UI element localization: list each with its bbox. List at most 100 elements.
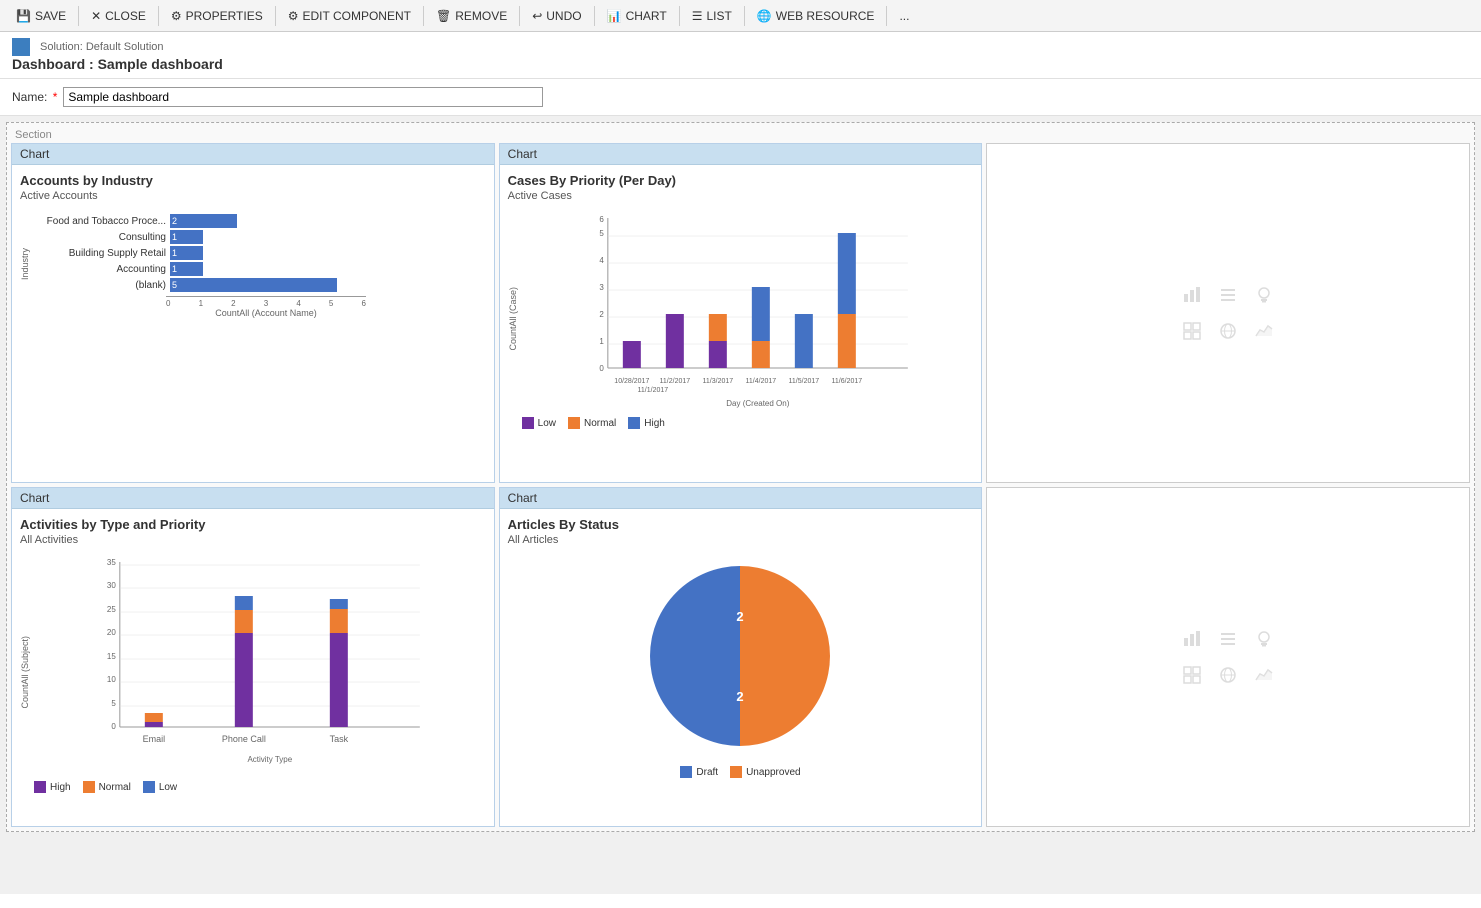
icon-row — [1182, 665, 1274, 685]
chart2-svg: 0 1 2 3 4 5 6 — [522, 208, 974, 408]
list-icon[interactable] — [1218, 285, 1238, 305]
hbar-label: Food and Tobacco Proce... — [36, 216, 166, 227]
light-bulb-icon[interactable] — [1254, 629, 1274, 649]
chart2-legend: Low Normal High — [522, 417, 974, 429]
web-resource-button[interactable]: 🌐 WEB RESOURCE — [749, 6, 883, 26]
chart1-subtitle: Active Accounts — [20, 190, 486, 202]
svg-text:20: 20 — [107, 628, 116, 637]
panel-icons — [1182, 285, 1274, 341]
chart-button[interactable]: 📊 CHART — [599, 6, 675, 26]
svg-text:11/1/2017: 11/1/2017 — [637, 387, 668, 394]
legend-color — [568, 417, 580, 429]
pie-chart-svg: 2 2 — [640, 556, 840, 756]
chart2-subtitle: Active Cases — [508, 190, 974, 202]
toolbar: 💾 SAVE ✕ CLOSE ⚙ PROPERTIES ⚙ EDIT COMPO… — [0, 0, 1481, 32]
legend-item: Normal — [83, 781, 131, 793]
icon-row — [1182, 629, 1274, 649]
hbar-row: Consulting 1 — [36, 230, 486, 244]
svg-text:5: 5 — [599, 229, 604, 238]
edit-component-button[interactable]: ⚙ EDIT COMPONENT — [280, 6, 419, 26]
area-chart-icon[interactable] — [1254, 665, 1274, 685]
chart2-header: Chart — [500, 144, 982, 165]
close-icon: ✕ — [91, 9, 101, 23]
hbar-bar: 1 — [170, 246, 203, 260]
hbar-row: (blank) 5 — [36, 278, 486, 292]
legend-color — [730, 766, 742, 778]
hbar-label: Building Supply Retail — [36, 248, 166, 259]
section-container: Section Chart Accounts by Industry Activ… — [6, 122, 1475, 832]
svg-text:11/6/2017: 11/6/2017 — [831, 378, 862, 385]
globe-icon[interactable] — [1218, 321, 1238, 341]
svg-text:35: 35 — [107, 558, 116, 567]
legend-color — [34, 781, 46, 793]
undo-button[interactable]: ↩ UNDO — [524, 6, 589, 26]
svg-text:2: 2 — [737, 689, 744, 704]
chart-panel-4: Chart Articles By Status All Articles 2 … — [499, 487, 983, 827]
name-row: Name: * — [0, 79, 1481, 116]
bar-chart-icon[interactable] — [1182, 285, 1202, 305]
chart4-subtitle: All Articles — [508, 534, 974, 546]
svg-text:Phone Call: Phone Call — [222, 734, 266, 744]
svg-text:1: 1 — [599, 337, 604, 346]
globe-icon: 🌐 — [757, 9, 772, 23]
legend-color — [628, 417, 640, 429]
edit-gear-icon: ⚙ — [288, 9, 299, 23]
chart-icon: 📊 — [607, 9, 622, 23]
chart3-body: Activities by Type and Priority All Acti… — [12, 509, 494, 826]
hbar-bar: 2 — [170, 214, 237, 228]
chart3-legend: High Normal Low — [34, 781, 486, 793]
legend-item: Low — [143, 781, 177, 793]
hbar-label: (blank) — [36, 280, 166, 291]
chart2-y-label: CountAll (Case) — [508, 287, 518, 351]
legend-item: Normal — [568, 417, 616, 429]
svg-text:30: 30 — [107, 581, 116, 590]
grid-icon[interactable] — [1182, 321, 1202, 341]
solution-label: Solution: Default Solution — [12, 38, 1469, 56]
legend-item: High — [628, 417, 665, 429]
hbar-bar: 1 — [170, 230, 203, 244]
empty-panel-bottom-right — [986, 487, 1470, 827]
chart4-title: Articles By Status — [508, 517, 974, 532]
chart3-svg: 0 5 10 15 20 25 30 35 — [34, 552, 486, 772]
light-bulb-icon[interactable] — [1254, 285, 1274, 305]
svg-text:4: 4 — [599, 256, 604, 265]
solution-icon — [12, 38, 30, 56]
bar-chart-icon[interactable] — [1182, 629, 1202, 649]
svg-text:11/2/2017: 11/2/2017 — [659, 378, 690, 385]
svg-text:3: 3 — [599, 283, 604, 292]
remove-button[interactable]: 🗑 REMOVE — [428, 6, 515, 26]
chart1-bars: Food and Tobacco Proce... 2 Consulting 1 — [36, 214, 486, 292]
area-chart-icon[interactable] — [1254, 321, 1274, 341]
hbar-bar: 5 — [170, 278, 337, 292]
trash-icon: 🗑 — [436, 9, 451, 23]
svg-text:Email: Email — [143, 734, 166, 744]
hbar-row: Accounting 1 — [36, 262, 486, 276]
svg-text:11/5/2017: 11/5/2017 — [788, 378, 819, 385]
dashboard-area: Section Chart Accounts by Industry Activ… — [0, 116, 1481, 894]
list-button[interactable]: ☰ LIST — [684, 6, 740, 26]
chart3-header: Chart — [12, 488, 494, 509]
svg-text:6: 6 — [599, 215, 604, 224]
name-label: Name: * — [12, 90, 57, 104]
legend-color — [83, 781, 95, 793]
toolbar-separator — [78, 6, 79, 26]
chart-panel-1: Chart Accounts by Industry Active Accoun… — [11, 143, 495, 483]
save-icon: 💾 — [16, 9, 31, 23]
legend-color — [680, 766, 692, 778]
legend-item: High — [34, 781, 71, 793]
list-icon[interactable] — [1218, 629, 1238, 649]
name-input[interactable] — [63, 87, 543, 107]
legend-color — [522, 417, 534, 429]
svg-text:11/4/2017: 11/4/2017 — [745, 378, 776, 385]
more-button[interactable]: ... — [891, 6, 917, 26]
close-button[interactable]: ✕ CLOSE — [83, 6, 154, 26]
toolbar-separator — [519, 6, 520, 26]
panel-icons-2 — [1182, 629, 1274, 685]
grid-icon[interactable] — [1182, 665, 1202, 685]
globe-icon[interactable] — [1218, 665, 1238, 685]
save-button[interactable]: 💾 SAVE — [8, 6, 74, 26]
properties-button[interactable]: ⚙ PROPERTIES — [163, 6, 271, 26]
toolbar-separator — [275, 6, 276, 26]
chart-panel-3: Chart Activities by Type and Priority Al… — [11, 487, 495, 827]
chart4-header: Chart — [500, 488, 982, 509]
